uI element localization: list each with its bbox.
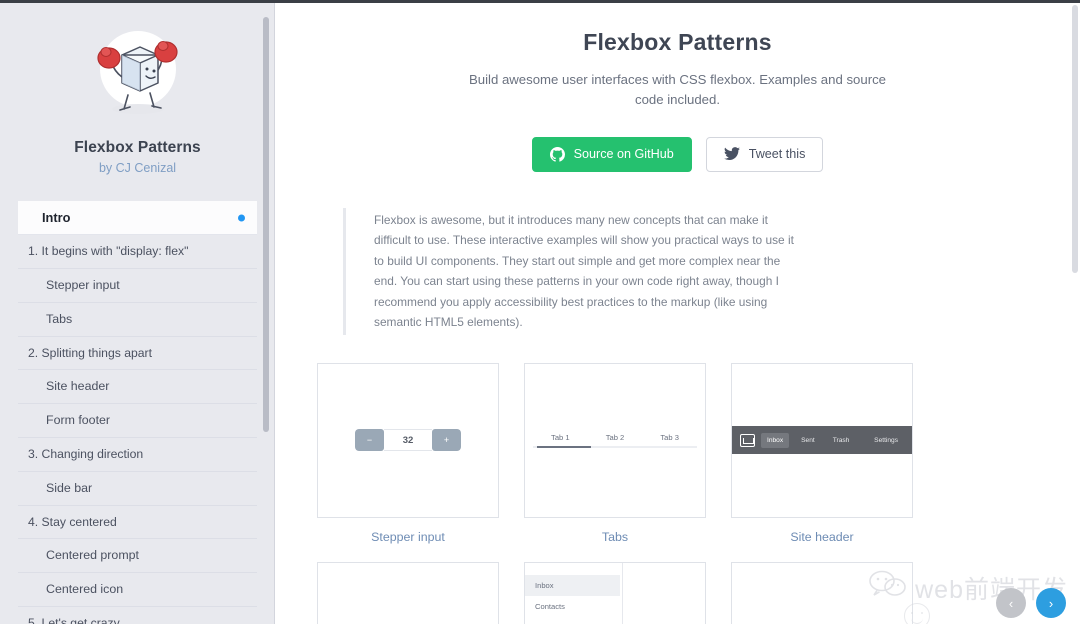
sidebar-item-side-bar[interactable]: Side bar <box>18 472 257 506</box>
example-card-row-bottom: Inbox Contacts <box>315 561 1040 624</box>
tab-underline <box>533 445 697 448</box>
sidebar-item-label: Centered prompt <box>46 548 139 563</box>
example-card[interactable]: Inbox Sent Trash Settings Site header <box>731 362 913 544</box>
site-header-item-inbox[interactable]: Inbox <box>761 432 790 448</box>
sidebar-item-label: Form footer <box>46 413 111 428</box>
stepper-increment-button[interactable]: + <box>432 429 461 452</box>
stepper-decrement-button[interactable]: − <box>355 429 384 452</box>
sidebar-item-3-changing-direction[interactable]: 3. Changing direction <box>18 438 257 472</box>
sidebar-item-label: Site header <box>46 379 110 394</box>
sidebar-item-label: Tabs <box>46 311 73 326</box>
side-bar-item-inbox[interactable]: Inbox <box>525 574 620 596</box>
tweet-this-button[interactable]: Tweet this <box>705 136 824 172</box>
github-icon <box>549 146 565 162</box>
page-subtitle: Build awesome user interfaces with CSS f… <box>468 72 887 108</box>
carousel-prev-button[interactable]: ‹ <box>996 588 1026 618</box>
active-indicator-dot <box>238 214 245 222</box>
sidebar-item-site-header[interactable]: Site header <box>18 370 257 405</box>
site-header-item-trash[interactable]: Trash <box>827 433 856 448</box>
side-bar-divider <box>622 562 623 624</box>
tab-list: Tab 1 Tab 2 Tab 3 <box>533 433 697 446</box>
site-header-demo: Inbox Sent Trash Settings <box>732 426 912 455</box>
tab-tab-3[interactable]: Tab 3 <box>660 433 679 442</box>
sidebar-item-label: 4. Stay centered <box>28 514 117 529</box>
sidebar-item-label: Side bar <box>46 480 93 495</box>
sidebar-item-intro[interactable]: Intro <box>18 201 257 236</box>
mailbox-icon[interactable] <box>740 433 755 447</box>
site-header-bar: Inbox Sent Trash Settings <box>732 426 912 455</box>
example-card[interactable]: Tab 1 Tab 2 Tab 3 Tabs <box>524 362 706 544</box>
sidebar-item-5-let-s-get-crazy[interactable]: 5. Let's get crazy <box>18 607 257 624</box>
sidebar-item-stepper-input[interactable]: Stepper input <box>18 269 257 303</box>
chevron-right-icon: › <box>1048 595 1054 611</box>
tweet-this-label: Tweet this <box>748 147 806 162</box>
example-card[interactable]: −32 + Stepper input <box>317 362 499 544</box>
carousel-next-button[interactable]: › <box>1036 588 1066 618</box>
sidebar-item-label: 3. Changing direction <box>28 447 144 462</box>
carousel-nav: ‹ › <box>996 588 1066 618</box>
stepper-value[interactable]: 32 <box>384 429 432 452</box>
stepper-input[interactable]: −32 + <box>355 429 461 452</box>
sidebar-item-4-stay-centered[interactable]: 4. Stay centered <box>18 506 257 540</box>
sidebar-scrollbar-thumb[interactable] <box>263 17 269 432</box>
example-preview-blank[interactable] <box>317 561 499 624</box>
side-bar-item-contacts[interactable]: Contacts <box>525 596 620 617</box>
sidebar-item-label: Stepper input <box>46 277 120 292</box>
brand-title: Flexbox Patterns <box>74 139 201 156</box>
sidebar-item-label: Intro <box>42 210 71 225</box>
source-on-github-label: Source on GitHub <box>573 147 674 162</box>
page-title: Flexbox Patterns <box>583 29 772 55</box>
example-preview-blank[interactable] <box>731 561 913 624</box>
tabs-demo: Tab 1 Tab 2 Tab 3 <box>525 433 705 448</box>
sidebar-item-label: Centered icon <box>46 582 124 597</box>
example-preview-tabs: Tab 1 Tab 2 Tab 3 <box>524 362 706 518</box>
sidebar-item-form-footer[interactable]: Form footer <box>18 404 257 439</box>
main-inner: Flexbox Patterns Build awesome user inte… <box>275 3 1080 624</box>
twitter-icon <box>723 147 740 161</box>
example-card-caption[interactable]: Site header <box>731 530 913 544</box>
sidebar-content: Flexbox Patterns by CJ Cenizal Intro 1. I… <box>0 3 275 624</box>
sidebar: Flexbox Patterns by CJ Cenizal Intro 1. I… <box>0 3 275 624</box>
side-bar-list: Inbox Contacts <box>525 563 620 624</box>
brand[interactable]: Flexbox Patterns by CJ Cenizal <box>0 3 275 179</box>
tab-tab-1[interactable]: Tab 1 <box>551 433 570 442</box>
sidebar-item-label: 1. It begins with "display: flex" <box>28 244 189 259</box>
example-preview-site-header: Inbox Sent Trash Settings <box>731 362 913 518</box>
boxing-cube-logo-icon <box>84 21 192 129</box>
example-card-row: −32 + Stepper input Tab 1 Tab 2 Tab 3 Tabs Inbo… <box>315 362 1040 544</box>
sidebar-item-centered-icon[interactable]: Centered icon <box>18 573 257 608</box>
site-header-item-sent[interactable]: Sent <box>795 433 821 448</box>
sidebar-item-centered-prompt[interactable]: Centered prompt <box>18 539 257 574</box>
source-on-github-button[interactable]: Source on GitHub <box>531 136 692 172</box>
side-bar-demo: Inbox Contacts <box>525 562 705 624</box>
sidebar-item-2-splitting-things-apart[interactable]: 2. Splitting things apart <box>18 337 257 371</box>
example-card-caption[interactable]: Tabs <box>524 530 706 544</box>
sidebar-nav: Intro 1. It begins with "display: flex" St… <box>18 201 257 624</box>
sidebar-item-tabs[interactable]: Tabs <box>18 303 257 337</box>
cta-button-row: Source on GitHub Tweet this <box>315 136 1040 172</box>
chevron-left-icon: ‹ <box>1008 595 1014 611</box>
sidebar-item-label: 2. Splitting things apart <box>28 345 152 360</box>
example-card-caption[interactable]: Stepper input <box>317 530 499 544</box>
intro-callout: Flexbox is awesome, but it introduces ma… <box>343 207 795 335</box>
intro-paragraph: Flexbox is awesome, but it introduces ma… <box>374 212 794 330</box>
example-preview-side-bar[interactable]: Inbox Contacts <box>524 561 706 624</box>
page-scrollbar-thumb[interactable] <box>1072 5 1078 273</box>
tab-tab-2[interactable]: Tab 2 <box>606 433 625 442</box>
app-window: Flexbox Patterns by CJ Cenizal Intro 1. I… <box>0 0 1080 624</box>
site-header-item-settings[interactable]: Settings <box>868 433 904 448</box>
example-preview-stepper: −32 + <box>317 362 499 518</box>
sidebar-item-label: 5. Let's get crazy <box>28 616 120 624</box>
brand-byline[interactable]: by CJ Cenizal <box>0 161 275 175</box>
sidebar-item-1-it-begins-with-display-flex[interactable]: 1. It begins with "display: flex" <box>18 235 257 269</box>
main-content: Flexbox Patterns Build awesome user inte… <box>275 3 1080 624</box>
